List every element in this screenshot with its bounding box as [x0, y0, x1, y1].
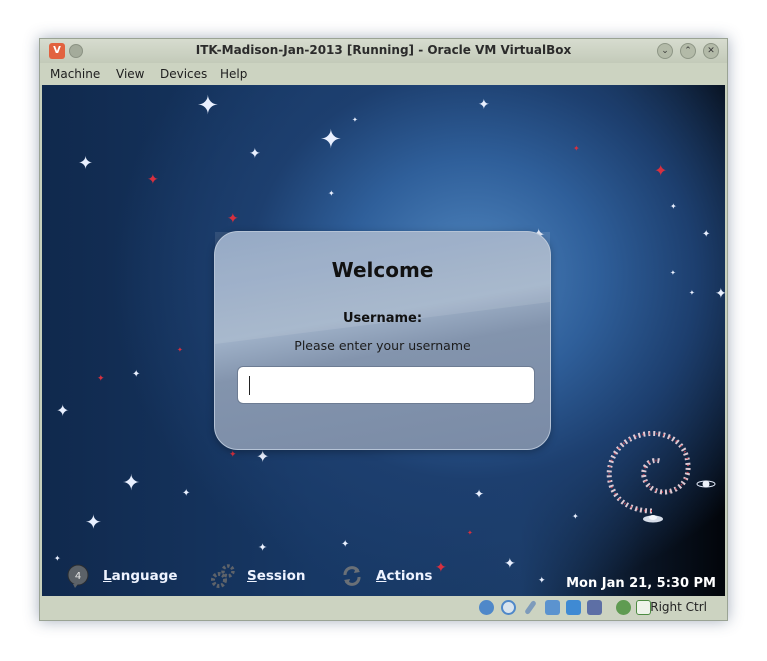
- username-input[interactable]: [237, 366, 535, 404]
- actions-mnemonic: A: [376, 568, 387, 584]
- session-label: ession: [256, 568, 306, 584]
- language-button[interactable]: 4 Language: [66, 563, 186, 593]
- menu-help[interactable]: Help: [220, 67, 247, 81]
- menu-machine[interactable]: Machine: [50, 67, 100, 81]
- hard-disk-icon[interactable]: [479, 600, 494, 615]
- network-icon[interactable]: [545, 600, 560, 615]
- planet-icon: [696, 480, 716, 488]
- minimize-button[interactable]: ⌄: [657, 43, 673, 59]
- capture-icon[interactable]: [616, 600, 631, 615]
- close-button[interactable]: ✕: [703, 43, 719, 59]
- virtualbox-window: V ITK-Madison-Jan-2013 [Running] - Oracl…: [39, 38, 728, 621]
- session-mnemonic: S: [247, 568, 257, 584]
- title-bar[interactable]: V ITK-Madison-Jan-2013 [Running] - Oracl…: [40, 39, 727, 63]
- display-icon[interactable]: [587, 600, 602, 615]
- svg-text:4: 4: [75, 571, 81, 582]
- window-title: ITK-Madison-Jan-2013 [Running] - Oracle …: [195, 43, 572, 57]
- username-hint: Please enter your username: [294, 338, 471, 353]
- language-label: anguage: [111, 568, 178, 584]
- spaceship-icon: [643, 515, 663, 523]
- vm-display[interactable]: ✦ ✦ ✦ ✦ ✦ ✦ ✦ ✦ ✦ ✦ ✦ ✦ ✦ ✦ ✦ ✦ ✦ ✦ ✦ ✦ …: [42, 85, 725, 596]
- refresh-icon: [343, 566, 361, 586]
- shared-folder-icon[interactable]: [566, 600, 581, 615]
- gears-icon: [211, 564, 235, 588]
- text-caret: [249, 376, 250, 395]
- language-icon: 4: [67, 564, 89, 588]
- actions-label: ctions: [386, 568, 433, 584]
- menu-devices[interactable]: Devices: [160, 67, 207, 81]
- debian-swirl-logo: [606, 431, 691, 514]
- keyboard-icon[interactable]: [636, 600, 651, 615]
- status-bar: Right Ctrl: [40, 596, 727, 620]
- welcome-title: Welcome: [331, 258, 434, 282]
- optical-disk-icon[interactable]: [501, 600, 516, 615]
- language-mnemonic: L: [103, 568, 112, 584]
- actions-button[interactable]: Actions: [339, 563, 439, 593]
- session-button[interactable]: Session: [210, 563, 320, 593]
- login-dialog: Welcome Username: Please enter your user…: [214, 231, 551, 450]
- host-key-label: Right Ctrl: [650, 600, 707, 614]
- maximize-button[interactable]: ⌃: [680, 43, 696, 59]
- clock: Mon Jan 21, 5:30 PM: [566, 576, 716, 591]
- menu-view[interactable]: View: [116, 67, 144, 81]
- usb-icon[interactable]: [524, 599, 537, 616]
- menu-bar: Machine View Devices Help: [40, 63, 727, 85]
- username-label: Username:: [342, 311, 423, 326]
